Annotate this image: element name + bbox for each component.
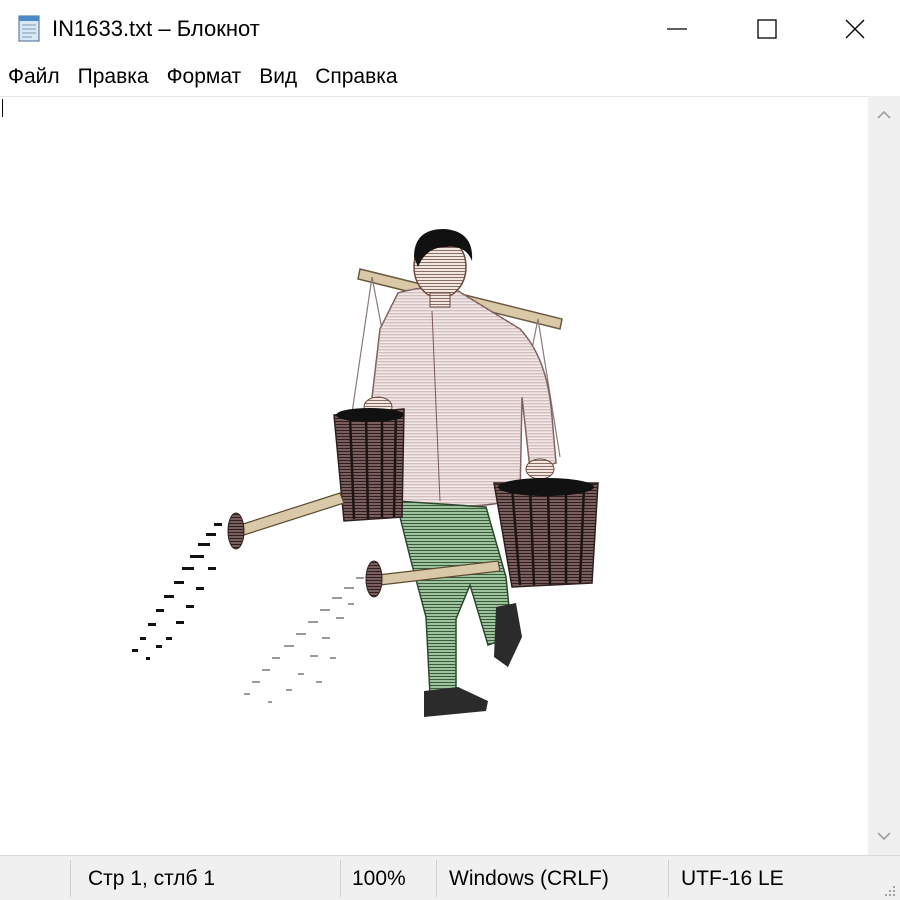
water-spray-dark — [132, 523, 222, 660]
menu-help[interactable]: Справка — [306, 58, 406, 96]
maximize-button[interactable] — [722, 0, 812, 58]
close-button[interactable] — [810, 0, 900, 58]
encoding: UTF-16 LE — [681, 867, 784, 890]
zoom-level: 100% — [352, 867, 406, 890]
maximize-icon — [757, 19, 777, 39]
scroll-down-button[interactable] — [868, 821, 900, 851]
status-separator — [668, 860, 669, 897]
close-icon — [845, 19, 865, 39]
resize-grip-icon[interactable] — [882, 883, 896, 897]
right-bucket — [493, 478, 599, 588]
text-editor-area[interactable] — [0, 96, 868, 856]
minimize-button[interactable] — [632, 0, 722, 58]
water-spray-light — [244, 577, 364, 703]
menu-format[interactable]: Формат — [158, 58, 251, 96]
cursor-position: Стр 1, стлб 1 — [88, 867, 216, 890]
menu-view[interactable]: Вид — [250, 58, 306, 96]
status-bar: Стр 1, стлб 1 100% Windows (CRLF) UTF-16… — [0, 855, 900, 900]
chevron-up-icon — [877, 110, 891, 119]
line-ending: Windows (CRLF) — [449, 867, 609, 890]
figure-trousers — [395, 500, 513, 696]
window-title: IN1633.txt – Блокнот — [52, 16, 260, 41]
status-separator — [70, 860, 71, 897]
ascii-art-water-carrier-illustration — [132, 229, 599, 717]
menu-edit[interactable]: Правка — [69, 58, 158, 96]
menu-bar: Файл Правка Формат Вид Справка — [0, 58, 900, 96]
minimize-icon — [667, 28, 687, 30]
chevron-down-icon — [877, 832, 891, 841]
menu-file[interactable]: Файл — [0, 58, 69, 96]
vertical-scrollbar[interactable] — [868, 96, 900, 855]
status-separator — [340, 860, 341, 897]
notepad-window: IN1633.txt – Блокнот Файл Правка Формат … — [0, 0, 900, 900]
title-bar[interactable]: IN1633.txt – Блокнот — [0, 0, 900, 58]
status-separator — [436, 860, 437, 897]
left-bucket — [333, 408, 405, 522]
notepad-icon — [18, 15, 40, 42]
scroll-up-button[interactable] — [868, 100, 900, 130]
